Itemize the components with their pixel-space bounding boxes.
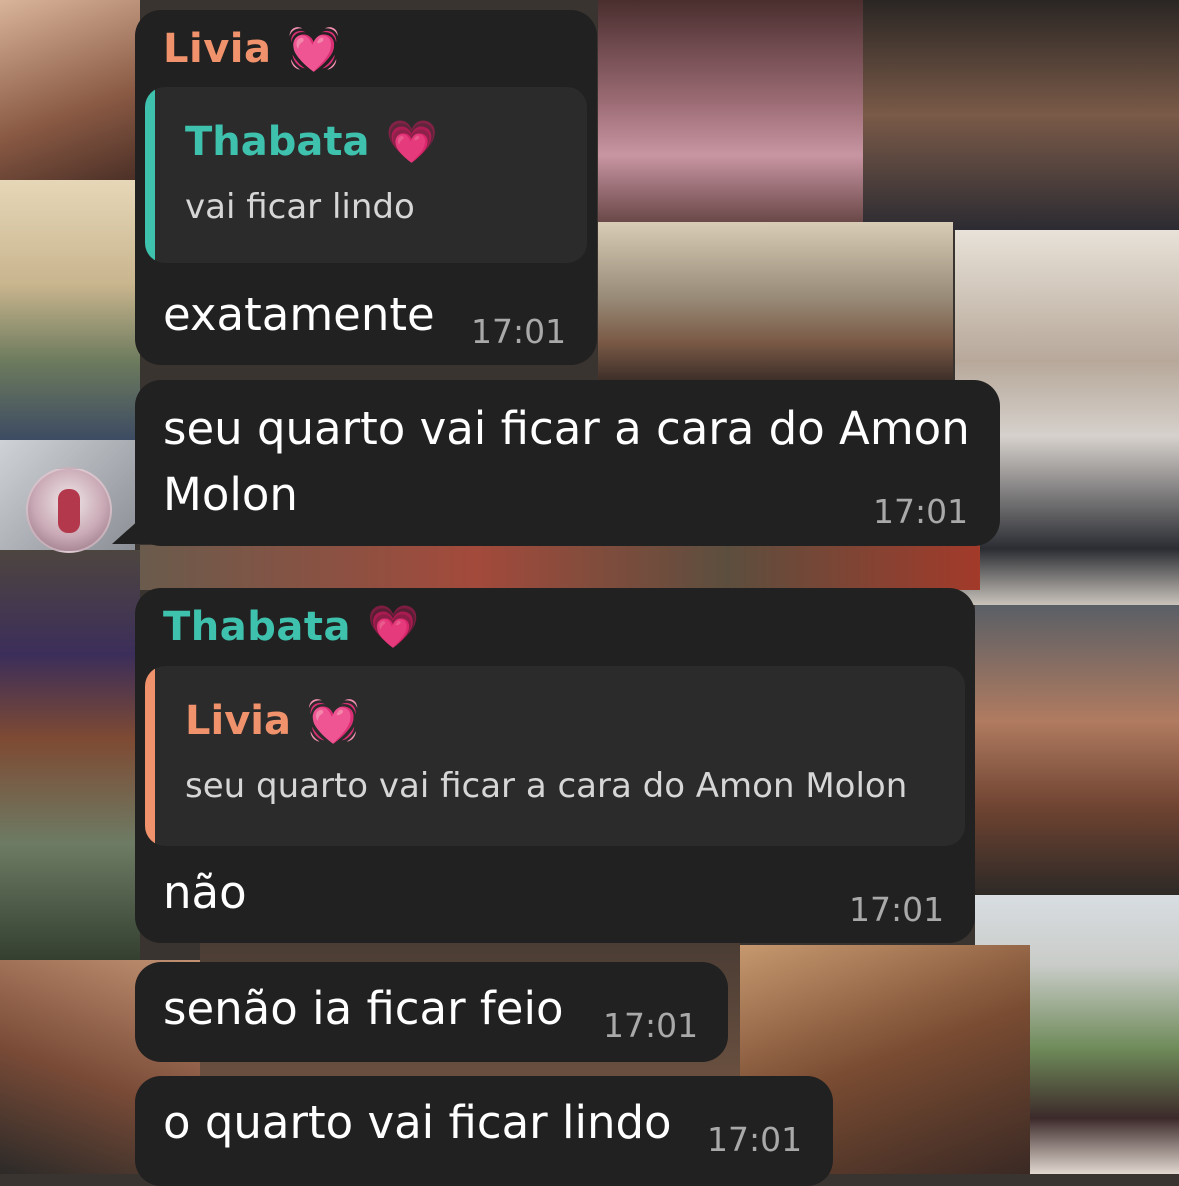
- heart-emoji-icon: 💓: [287, 24, 341, 73]
- message-timestamp: 17:01: [707, 1120, 803, 1159]
- reply-sender-name: Livia 💓: [185, 696, 360, 745]
- reply-quote[interactable]: Thabata 💗 vai ficar lindo: [145, 87, 587, 263]
- reply-text: seu quarto vai ficar a cara do Amon Molo…: [185, 766, 908, 806]
- message-text: seu quarto vai ficar a cara do Amon: [163, 402, 970, 455]
- message-bubble[interactable]: Thabata 💗 Livia 💓 seu quarto vai ficar a…: [135, 588, 975, 943]
- sender-name[interactable]: Thabata 💗: [163, 604, 420, 650]
- wallpaper-photo: [598, 0, 863, 222]
- reply-sender-name: Thabata 💗: [185, 117, 438, 166]
- message-text: não: [163, 866, 247, 919]
- message-bubble[interactable]: seu quarto vai ficar a cara do Amon Molo…: [135, 380, 1000, 546]
- heart-emoji-icon: 💗: [367, 602, 420, 651]
- message-bubble[interactable]: senão ia ficar feio 17:01: [135, 962, 728, 1062]
- message-text: Molon: [163, 468, 298, 521]
- reply-quote[interactable]: Livia 💓 seu quarto vai ficar a cara do A…: [145, 666, 965, 846]
- heart-emoji-icon: 💗: [385, 117, 438, 166]
- message-timestamp: 17:01: [849, 890, 945, 929]
- message-text: exatamente: [163, 288, 435, 341]
- message-timestamp: 17:01: [603, 1006, 699, 1045]
- reply-text: vai ficar lindo: [185, 187, 415, 227]
- contact-avatar[interactable]: [26, 467, 112, 553]
- message-text: o quarto vai ficar lindo: [163, 1096, 672, 1149]
- message-timestamp: 17:01: [873, 492, 969, 531]
- wallpaper-photo: [598, 222, 953, 382]
- heart-emoji-icon: 💓: [306, 696, 360, 745]
- wallpaper-photo: [0, 550, 140, 970]
- reply-accent-bar: [145, 666, 155, 846]
- wallpaper-photo: [975, 605, 1179, 895]
- wallpaper-photo: [140, 545, 980, 590]
- sender-name[interactable]: Livia 💓: [163, 26, 340, 72]
- wallpaper-photo: [863, 0, 1179, 230]
- wallpaper-photo: [0, 0, 140, 180]
- message-bubble[interactable]: Livia 💓 Thabata 💗 vai ficar lindo exatam…: [135, 10, 597, 365]
- reply-accent-bar: [145, 87, 155, 263]
- wallpaper-photo: [0, 180, 140, 440]
- message-text: senão ia ficar feio: [163, 982, 564, 1035]
- message-timestamp: 17:01: [471, 312, 567, 351]
- message-bubble[interactable]: o quarto vai ficar lindo 17:01: [135, 1076, 833, 1186]
- avatar-figure: [58, 489, 80, 533]
